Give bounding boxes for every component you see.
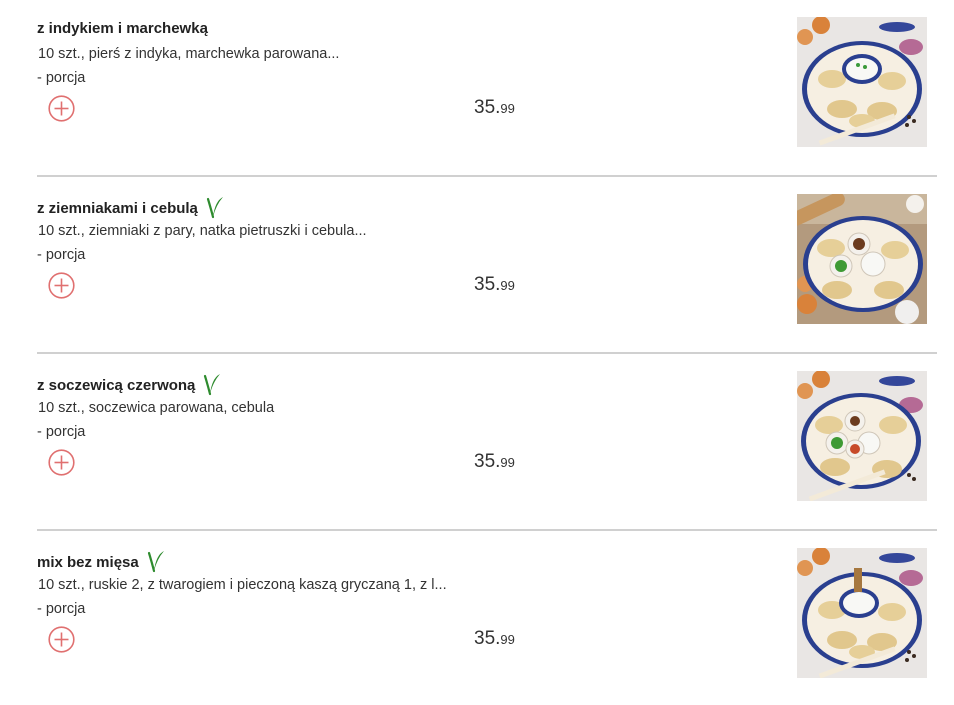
item-title: z ziemniakami i cebulą xyxy=(37,197,225,219)
item-title: z soczewicą czerwoną xyxy=(37,374,222,396)
menu-list: z indykiem i marchewką 10 szt., pierś z … xyxy=(0,0,954,705)
item-title-text: z indykiem i marchewką xyxy=(37,20,208,37)
price-main: 35. xyxy=(474,274,501,295)
item-title-text: mix bez mięsa xyxy=(37,553,139,571)
item-description: 10 szt., soczewica parowana, cebula xyxy=(38,400,275,416)
item-title: mix bez mięsa xyxy=(37,551,166,573)
item-price: 35.99 xyxy=(474,97,515,119)
add-to-cart-button[interactable] xyxy=(48,272,75,299)
item-variant: - porcja xyxy=(37,70,86,86)
dumplings-plate-toppings-image[interactable] xyxy=(797,371,927,501)
plus-circle-icon xyxy=(48,626,75,653)
plus-circle-icon xyxy=(48,95,75,122)
price-cents: 99 xyxy=(500,632,515,647)
price-main: 35. xyxy=(474,97,501,118)
item-price: 35.99 xyxy=(474,628,515,650)
price-cents: 99 xyxy=(500,101,515,116)
menu-item[interactable]: z ziemniakami i cebulą 10 szt., ziemniak… xyxy=(37,177,937,354)
item-variant: - porcja xyxy=(37,601,86,617)
dumplings-plate-sauce-image[interactable] xyxy=(797,548,927,678)
item-variant: - porcja xyxy=(37,424,86,440)
menu-item[interactable]: z soczewicą czerwoną 10 szt., soczewica … xyxy=(37,354,937,531)
dumplings-plate-sauce-image[interactable] xyxy=(797,17,927,147)
vegetarian-leaf-icon xyxy=(200,372,222,396)
vegetarian-leaf-icon xyxy=(203,195,225,219)
plus-circle-icon xyxy=(48,272,75,299)
item-description: 10 szt., ziemniaki z pary, natka pietrus… xyxy=(38,223,367,239)
add-to-cart-button[interactable] xyxy=(48,449,75,476)
item-description: 10 szt., ruskie 2, z twarogiem i pieczon… xyxy=(38,577,447,593)
item-title-text: z ziemniakami i cebulą xyxy=(37,199,198,217)
price-cents: 99 xyxy=(500,455,515,470)
item-price: 35.99 xyxy=(474,451,515,473)
vegetarian-leaf-icon xyxy=(144,549,166,573)
menu-item[interactable]: mix bez mięsa 10 szt., ruskie 2, z twaro… xyxy=(37,531,937,705)
item-price: 35.99 xyxy=(474,274,515,296)
price-main: 35. xyxy=(474,451,501,472)
add-to-cart-button[interactable] xyxy=(48,626,75,653)
item-description: 10 szt., pierś z indyka, marchewka parow… xyxy=(38,46,340,62)
dumplings-plate-toppings-image[interactable] xyxy=(797,194,927,324)
item-title-text: z soczewicą czerwoną xyxy=(37,376,196,394)
price-cents: 99 xyxy=(500,278,515,293)
item-variant: - porcja xyxy=(37,247,86,263)
menu-item[interactable]: z indykiem i marchewką 10 szt., pierś z … xyxy=(37,0,937,177)
plus-circle-icon xyxy=(48,449,75,476)
add-to-cart-button[interactable] xyxy=(48,95,75,122)
item-title: z indykiem i marchewką xyxy=(37,20,208,37)
price-main: 35. xyxy=(474,628,501,649)
